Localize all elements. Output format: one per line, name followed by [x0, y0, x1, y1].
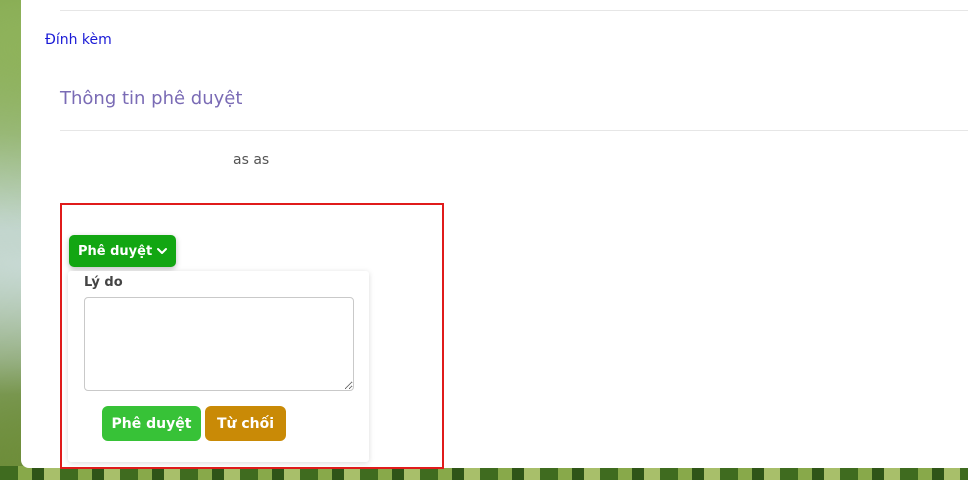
reason-textarea[interactable]	[84, 297, 354, 391]
top-divider	[60, 10, 968, 11]
approve-button[interactable]: Phê duyệt	[102, 406, 201, 441]
approval-dropdown-panel: Lý do Phê duyệt Từ chối	[68, 271, 369, 462]
approve-dropdown-label: Phê duyệt	[78, 243, 153, 259]
reject-button[interactable]: Từ chối	[205, 406, 286, 441]
chevron-down-icon	[156, 245, 168, 257]
approver-name: as as	[233, 152, 270, 168]
approve-dropdown-toggle[interactable]: Phê duyệt	[69, 235, 177, 267]
attachment-link[interactable]: Đính kèm	[45, 32, 112, 48]
section-title: Thông tin phê duyệt	[60, 88, 243, 109]
section-divider	[60, 130, 968, 131]
reason-label: Lý do	[84, 275, 123, 290]
